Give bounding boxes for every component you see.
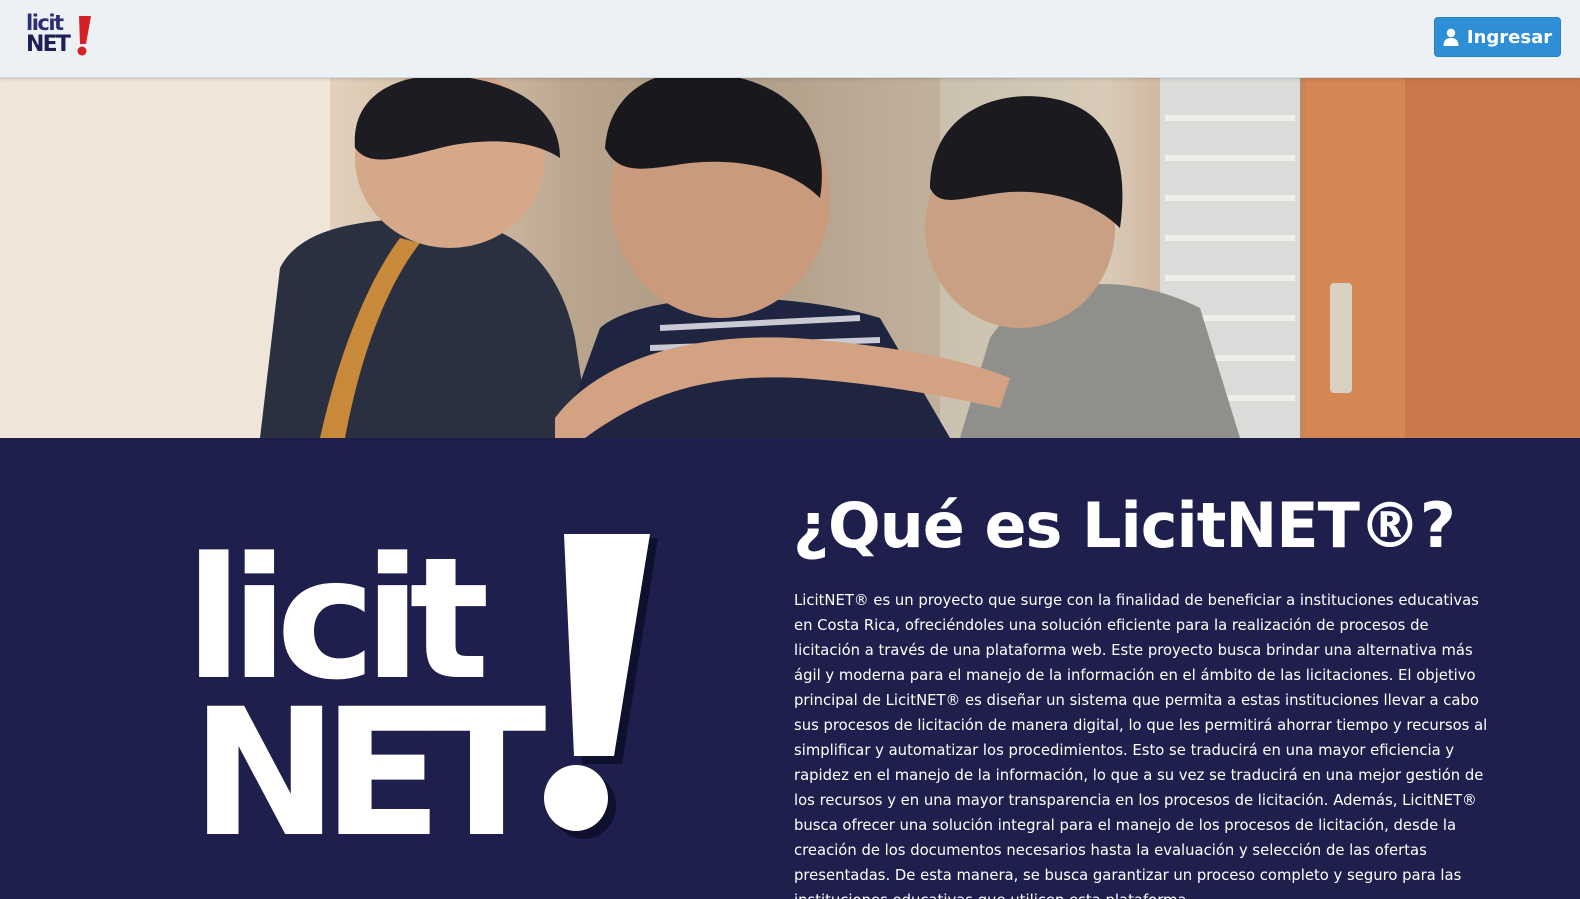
top-navbar: licit NET Ingresar [0, 0, 1580, 78]
about-description: LicitNET® es un proyecto que surge con l… [794, 592, 1488, 899]
about-section: licit NET ¿Qué es LicitNET®? LicitNET® e… [0, 438, 1580, 899]
large-exclamation-icon [544, 534, 658, 839]
login-button[interactable]: Ingresar [1434, 17, 1561, 57]
login-button-label: Ingresar [1466, 26, 1553, 48]
logo-exclamation-icon [77, 16, 91, 56]
logo-word-licit: licit [26, 11, 64, 35]
licitnet-large-logo: licit NET [185, 534, 675, 874]
large-logo-word-net: NET [191, 671, 547, 876]
licitnet-logo[interactable]: licit NET [26, 12, 96, 62]
logo-word-net: NET [26, 32, 71, 57]
user-icon [1443, 28, 1459, 46]
students-photo [0, 78, 1580, 438]
hero-image [0, 78, 1580, 438]
about-title: ¿Qué es LicitNET®? [793, 489, 1456, 562]
